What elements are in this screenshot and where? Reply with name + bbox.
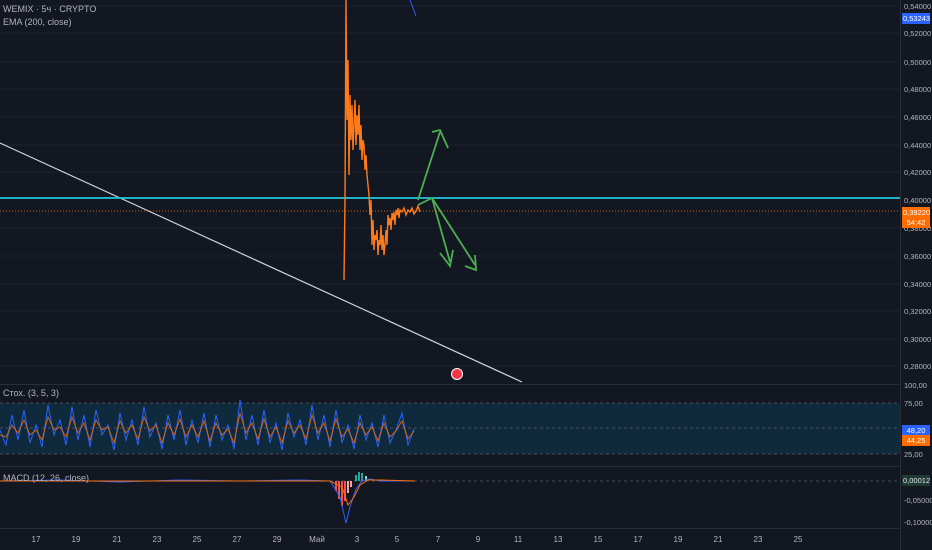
- main-chart-pane[interactable]: WEMIX · 5ч · CRYPTO EMA (200, close): [0, 0, 900, 383]
- price-series-line: [343, 0, 421, 281]
- price-tick: 0,44000: [904, 141, 932, 150]
- symbol-title[interactable]: WEMIX · 5ч · CRYPTO: [3, 4, 96, 14]
- stoch-tick: 100,00: [904, 381, 927, 390]
- price-tick: 0,42000: [904, 168, 932, 177]
- time-label: 17: [633, 535, 643, 544]
- ema-legend[interactable]: EMA (200, close): [3, 17, 72, 27]
- time-label: 15: [593, 535, 603, 544]
- stoch-tick: 25,00: [904, 450, 923, 459]
- arrow-down-left[interactable]: [431, 197, 451, 263]
- time-label: 13: [553, 535, 563, 544]
- event-badge-icon[interactable]: [451, 368, 463, 380]
- ema-line: [409, 0, 417, 17]
- time-axis[interactable]: [0, 528, 900, 550]
- time-label: 23: [753, 535, 763, 544]
- time-label: 29: [272, 535, 282, 544]
- arrow-down-right[interactable]: [431, 197, 476, 266]
- time-label: 19: [673, 535, 683, 544]
- price-tick: 0,28000: [904, 362, 932, 371]
- time-label: 5: [394, 535, 400, 544]
- price-tick: 0,32000: [904, 307, 932, 316]
- macd-pane[interactable]: MACD (12, 26, close): [0, 467, 900, 527]
- time-label: 3: [354, 535, 360, 544]
- time-label: 17: [31, 535, 41, 544]
- macd-canvas: [0, 472, 900, 524]
- price-tick: 0,48000: [904, 85, 932, 94]
- time-label: 27: [232, 535, 242, 544]
- price-tick: 0,54000: [904, 2, 932, 11]
- macd-signal-line: [0, 479, 416, 507]
- forecast-arrows[interactable]: [417, 128, 477, 272]
- time-label: 25: [793, 535, 803, 544]
- stochastic-canvas: [0, 399, 900, 455]
- macd-tick: -0,10000: [904, 518, 932, 527]
- stoch-band: [0, 403, 900, 454]
- stoch-legend[interactable]: Стох. (3, 5, 3): [3, 388, 59, 398]
- time-label: 7: [435, 535, 441, 544]
- macd-line: [0, 478, 415, 524]
- arrow-connector: [417, 197, 433, 206]
- price-tick: 0,52000: [904, 29, 932, 38]
- grid-lines: [0, 5, 900, 367]
- price-tick: 0,40000: [904, 196, 932, 205]
- time-label: 25: [192, 535, 202, 544]
- time-label: 9: [475, 535, 481, 544]
- time-label: 11: [513, 535, 523, 544]
- price-scale[interactable]: [900, 0, 932, 550]
- arrow-up[interactable]: [417, 131, 441, 201]
- trend-line[interactable]: [0, 142, 523, 383]
- macd-value-tag: 0,00012: [902, 475, 931, 486]
- time-label: 19: [71, 535, 81, 544]
- time-label: 21: [713, 535, 723, 544]
- main-chart-canvas[interactable]: [0, 0, 900, 383]
- price-tick: 0,30000: [904, 335, 932, 344]
- macd-legend[interactable]: MACD (12, 26, close): [3, 473, 89, 483]
- price-tick: 0,36000: [904, 252, 932, 261]
- stochastic-pane[interactable]: Стох. (3, 5, 3): [0, 385, 900, 465]
- bar-timer-tag: 54:42: [902, 217, 930, 228]
- price-tick: 0,46000: [904, 113, 932, 122]
- stoch-tick: 75,00: [904, 399, 923, 408]
- stoch-d-tag: 44,25: [902, 435, 930, 446]
- time-label: 23: [152, 535, 162, 544]
- price-tick: 0,34000: [904, 280, 932, 289]
- time-label: Май: [309, 535, 325, 544]
- macd-tick: -0,05000: [904, 496, 932, 505]
- ema-price-tag: 0,53243: [902, 13, 931, 24]
- price-tick: 0,50000: [904, 58, 932, 67]
- time-label: 21: [112, 535, 122, 544]
